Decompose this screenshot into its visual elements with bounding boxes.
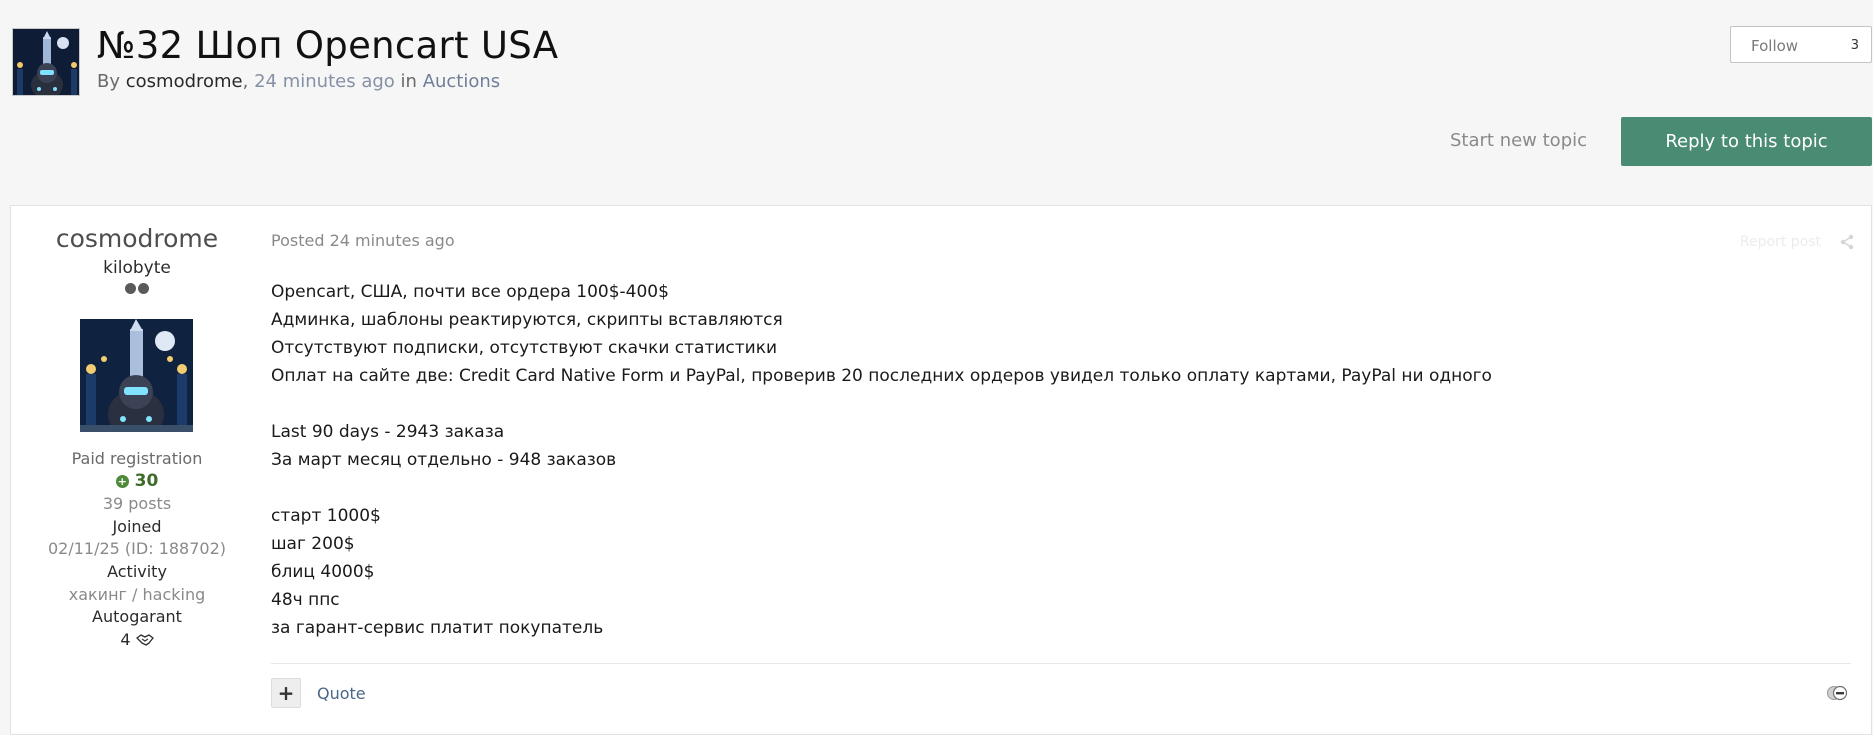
post-author-name[interactable]: cosmodrome (11, 224, 263, 253)
share-icon[interactable] (1839, 234, 1855, 250)
post-card: cosmodrome kilobyte Paid registration + … (10, 205, 1872, 735)
post-line: Last 90 days - 2943 заказа (271, 422, 505, 442)
follower-count: 3 (1850, 38, 1859, 53)
astronaut-avatar-image (13, 29, 79, 95)
joined-value: 02/11/25 (ID: 188702) (47, 539, 227, 558)
topic-title: №32 Шоп Opencart USA (97, 24, 559, 67)
author-rank: kilobyte (103, 258, 171, 278)
member-group: Paid registration (71, 449, 203, 468)
in-label: in (400, 71, 417, 92)
post-line: Оплат на сайте две: Credit Card Native F… (271, 366, 1492, 386)
meta-separator: , (242, 71, 249, 92)
by-label: By (97, 71, 121, 92)
joined-label: Joined (112, 517, 162, 536)
post-timestamp[interactable]: Posted 24 minutes ago (271, 231, 455, 250)
activity-label: Activity (107, 562, 167, 581)
rank-pip (125, 283, 136, 294)
forum-link[interactable]: Auctions (423, 71, 500, 92)
post-line: Отсутствуют подписки, отсутствуют скачки… (271, 338, 778, 358)
topic-meta: By cosmodrome, 24 minutes ago in Auction… (97, 71, 500, 92)
post-divider (271, 663, 1851, 664)
autogarant-count: 4 (120, 630, 131, 649)
handshake-icon (135, 634, 154, 646)
astronaut-avatar-image (80, 319, 193, 432)
post-count: 39 posts (102, 494, 172, 513)
quote-link[interactable]: Quote (317, 684, 366, 703)
follow-button[interactable]: Follow 3 (1730, 26, 1872, 63)
post-line: За март месяц отдельно - 948 заказов (271, 450, 617, 470)
post-line: шаг 200$ (271, 534, 355, 554)
topic-time: 24 minutes ago (254, 71, 395, 92)
activity-value: хакинг / hacking (68, 585, 206, 604)
post-author-avatar[interactable] (80, 319, 193, 432)
post-content: Opencart, США, почти все ордера 100$-400… (271, 278, 1492, 642)
post-line: Админка, шаблоны реактируются, скрипты в… (271, 310, 783, 330)
multiquote-plus-button[interactable]: + (271, 678, 301, 708)
post-line: Opencart, США, почти все ордера 100$-400… (271, 282, 669, 302)
post-line: 48ч ппс (271, 590, 340, 610)
topic-author-avatar[interactable] (12, 28, 80, 96)
reply-to-topic-button[interactable]: Reply to this topic (1621, 117, 1872, 166)
rank-pip (138, 283, 149, 294)
start-new-topic-link[interactable]: Start new topic (1450, 130, 1587, 151)
follow-label: Follow (1751, 37, 1799, 55)
reputation-badge: + 30 (11, 471, 263, 491)
post-line: за гарант-сервис платит покупатель (271, 618, 604, 638)
report-post-link[interactable]: Report post (1740, 234, 1821, 250)
post-line: старт 1000$ (271, 506, 381, 526)
post-line: блиц 4000$ (271, 562, 375, 582)
rank-pips (11, 283, 263, 294)
autogarant-value: 4 (11, 630, 263, 649)
topic-author-link[interactable]: cosmodrome (126, 71, 243, 92)
reputation-value: 30 (134, 471, 159, 491)
plus-circle-icon: + (115, 475, 129, 488)
reaction-icon[interactable] (1825, 685, 1849, 701)
autogarant-label: Autogarant (92, 607, 182, 626)
